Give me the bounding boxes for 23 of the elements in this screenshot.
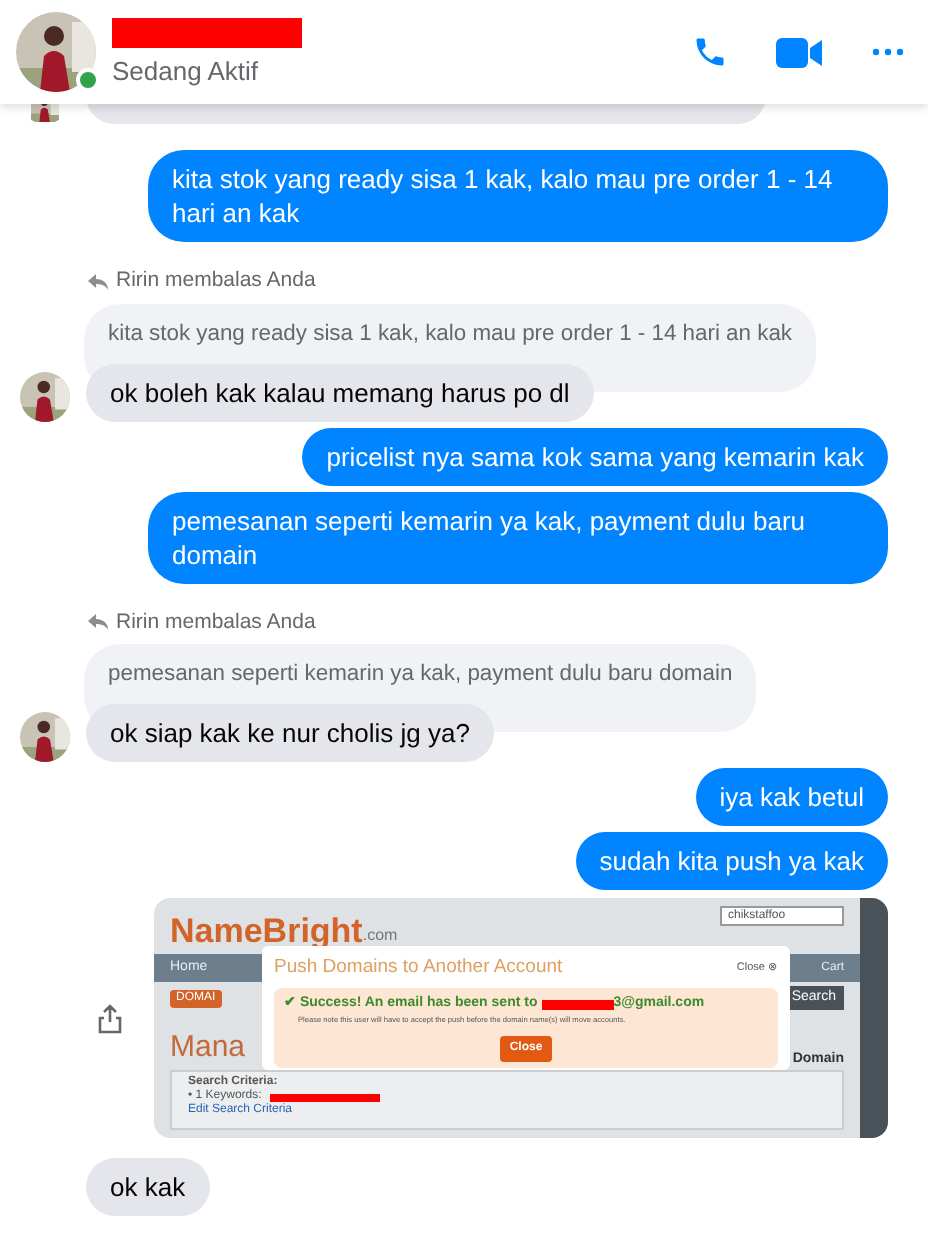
reply-label: Ririn membalas Anda: [116, 607, 316, 638]
logo-text: NameBright: [170, 910, 363, 955]
reply-icon: [88, 614, 108, 631]
redaction-bar: [541, 1000, 614, 1011]
message-bubble: ok boleh kak kalau memang harus po dl: [86, 363, 594, 422]
reply-icon: [88, 273, 108, 290]
page-heading: Mana: [170, 1027, 246, 1068]
message-bubble: sudah kita push ya kak: [575, 832, 888, 891]
message-bubble: ok siap kak ke nur cholis jg ya?: [86, 704, 494, 763]
reply-label: Ririn membalas Anda: [116, 266, 316, 296]
redaction-bar: [269, 1093, 380, 1102]
phone-icon[interactable]: [692, 34, 728, 70]
message-bubble: kita stok yang ready sisa 1 kak, kalo mau pre order 1 - 14 hari an kak: [148, 150, 888, 242]
message-bubble: pricelist nya sama kok sama yang kemarin kak: [302, 427, 888, 486]
message-bubble: iya kak betul: [695, 768, 888, 827]
message-bubble: ok kak: [86, 1158, 210, 1217]
video-camera-icon[interactable]: [776, 35, 824, 69]
message-bubble: pemesanan seperti kemarin ya kak, payment dulu baru domain: [148, 491, 888, 584]
logo-suffix: .com: [362, 926, 398, 945]
more-icon[interactable]: [872, 48, 904, 56]
share-icon[interactable]: [98, 1003, 122, 1034]
status-text: Sedang Aktif: [112, 56, 260, 86]
dialog-title: Push Domains to Another Account: [274, 954, 563, 983]
